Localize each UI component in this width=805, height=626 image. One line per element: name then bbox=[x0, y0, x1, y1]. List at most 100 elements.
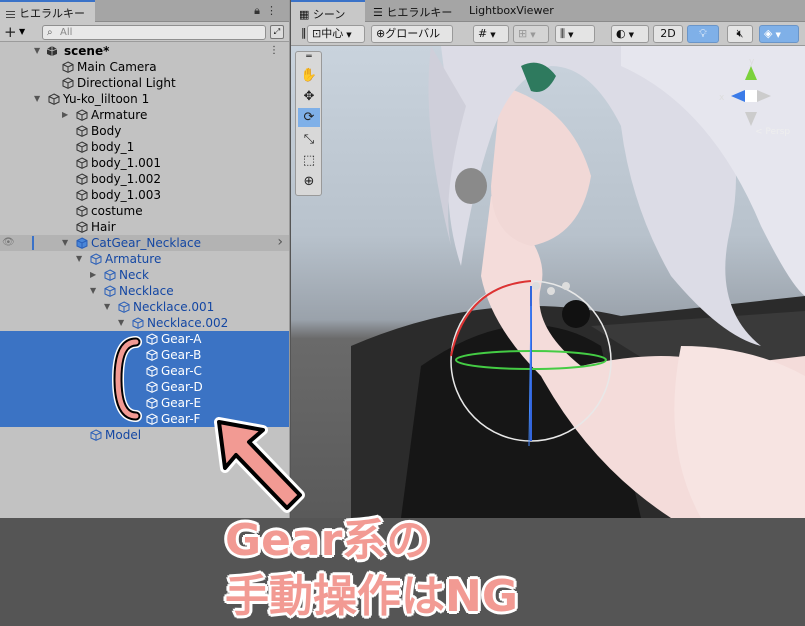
gameobject-cube-icon bbox=[90, 253, 102, 265]
expand-arrow-icon[interactable]: ▼ bbox=[34, 91, 40, 107]
tree-item[interactable]: costume bbox=[0, 203, 289, 219]
tree-item[interactable]: Directional Light bbox=[0, 75, 289, 91]
scene-row[interactable]: ▼ scene* ⋮ bbox=[0, 43, 289, 59]
gizmo-x-label: x bbox=[719, 93, 725, 103]
tree-item-label: body_1.001 bbox=[91, 156, 162, 170]
search-icon: ⌕ bbox=[47, 27, 53, 38]
collapse-arrow-icon[interactable]: ▶ bbox=[62, 107, 68, 123]
chevron-down-icon: ▼ bbox=[490, 31, 496, 39]
prefab-marker bbox=[32, 236, 34, 250]
tree-item[interactable]: Gear-A bbox=[0, 331, 289, 347]
grid-snap-dropdown[interactable]: # ▼ bbox=[473, 25, 509, 43]
scene-viewport[interactable]: ═ ✋ ✥ ⟳ ⤡ ⬚ ⊕ y x < Persp bbox=[291, 46, 805, 518]
gameobject-cube-icon bbox=[62, 61, 74, 73]
tab-actions: 🔒︎⋮ bbox=[254, 4, 283, 18]
tree-item-label: Gear-B bbox=[161, 348, 202, 362]
more-icon[interactable]: ⋮ bbox=[266, 4, 283, 17]
gizmo-y-axis[interactable] bbox=[745, 66, 757, 80]
tab-scene[interactable]: ▦ シーン bbox=[291, 0, 365, 22]
tree-item-label: Gear-F bbox=[161, 412, 201, 426]
tree-item[interactable]: Body bbox=[0, 123, 289, 139]
tree-item-label: Necklace.002 bbox=[147, 316, 229, 330]
move-tool-icon[interactable]: ✥ bbox=[298, 87, 320, 106]
collapse-arrow-icon[interactable]: ▶ bbox=[90, 267, 96, 283]
hand-tool-icon[interactable]: ✋ bbox=[298, 66, 320, 85]
gameobject-cube-icon bbox=[146, 381, 158, 393]
tab-scene-label: シーン bbox=[312, 8, 346, 21]
search-input[interactable]: ⌕ All bbox=[42, 25, 266, 40]
palette-grip-icon[interactable]: ═ bbox=[298, 52, 320, 62]
expand-arrow-icon[interactable]: ▼ bbox=[90, 283, 96, 299]
tree-item[interactable]: Main Camera bbox=[0, 59, 289, 75]
pivot-dropdown[interactable]: ⊡中心 ▼ bbox=[307, 25, 365, 43]
visibility-icon[interactable]: 👁︎ bbox=[2, 235, 15, 251]
tree-item-label: body_1.002 bbox=[91, 172, 162, 186]
tree-item[interactable]: ▼ Necklace.001 bbox=[0, 299, 289, 315]
tree-item[interactable]: Gear-E bbox=[0, 395, 289, 411]
gizmo-x-axis[interactable] bbox=[731, 90, 745, 102]
expand-arrow-icon[interactable]: ▼ bbox=[76, 251, 82, 267]
snap-settings-dropdown[interactable]: ⫼ ▼ bbox=[555, 25, 595, 43]
search-by-type-icon[interactable]: ⤢ bbox=[270, 25, 284, 39]
increment-snap-dropdown[interactable]: ⊞ ▼ bbox=[513, 25, 549, 43]
more-icon[interactable]: ⋮ bbox=[269, 43, 279, 59]
mode-2d-button[interactable]: 2D bbox=[653, 25, 683, 43]
chevron-down-icon[interactable]: ▼ bbox=[19, 27, 25, 36]
tree-item[interactable]: ▼ Armature bbox=[0, 251, 289, 267]
tree-item[interactable]: body_1 bbox=[0, 139, 289, 155]
gameobject-cube-icon bbox=[76, 189, 88, 201]
chevron-down-icon: ▼ bbox=[775, 31, 781, 39]
rect-tool-icon[interactable]: ⬚ bbox=[298, 151, 320, 170]
bracket-annotation bbox=[111, 336, 142, 422]
tab-hierarchy-2[interactable]: ☰ ヒエラルキー bbox=[365, 0, 461, 22]
tree-item[interactable]: body_1.001 bbox=[0, 155, 289, 171]
expand-arrow-icon[interactable]: ▼ bbox=[62, 235, 68, 251]
tree-item[interactable]: ▶ Neck bbox=[0, 267, 289, 283]
gameobject-cube-icon bbox=[104, 285, 116, 297]
prefab-cube-icon bbox=[76, 237, 88, 249]
gameobject-cube-icon bbox=[118, 301, 130, 313]
scale-tool-icon[interactable]: ⤡ bbox=[298, 130, 320, 149]
chevron-down-icon: ▼ bbox=[530, 31, 536, 39]
caption-line-1: Gear系の bbox=[225, 515, 431, 566]
tree-item[interactable]: Gear-B bbox=[0, 347, 289, 363]
tree-item[interactable]: Gear-D bbox=[0, 379, 289, 395]
add-object-button[interactable]: + bbox=[4, 23, 17, 41]
lighting-toggle[interactable]: 💡︎ bbox=[687, 25, 719, 43]
gameobject-cube-icon bbox=[104, 269, 116, 281]
lock-icon[interactable]: 🔒︎ bbox=[254, 4, 266, 17]
expand-arrow-icon[interactable]: ▼ bbox=[118, 315, 124, 331]
tree-item[interactable]: ▼ Necklace.002 bbox=[0, 315, 289, 331]
persp-label[interactable]: < Persp bbox=[755, 127, 790, 136]
snap-icon: ⊞ bbox=[518, 27, 528, 40]
effects-dropdown[interactable]: ◈ ▼ bbox=[759, 25, 799, 43]
tree-item[interactable]: body_1.003 bbox=[0, 187, 289, 203]
tree-item-label: Gear-A bbox=[161, 332, 202, 346]
tree-item[interactable]: Gear-C bbox=[0, 363, 289, 379]
tree-item[interactable]: 👁︎ › ▼ CatGear_Necklace bbox=[0, 234, 289, 251]
gameobject-cube-icon bbox=[146, 413, 158, 425]
shading-mode-dropdown[interactable]: ◐ ▼ bbox=[611, 25, 649, 43]
space-dropdown[interactable]: ⊕グローバル▼ bbox=[371, 25, 453, 55]
transform-tool-icon[interactable]: ⊕ bbox=[298, 172, 320, 191]
tool-palette: ═ ✋ ✥ ⟳ ⤡ ⬚ ⊕ bbox=[295, 51, 322, 196]
tree-item[interactable]: ▶ Armature bbox=[0, 107, 289, 123]
tree-item[interactable]: Hair bbox=[0, 219, 289, 235]
mode-2d-label: 2D bbox=[660, 27, 676, 40]
audio-toggle[interactable]: 🔇︎ bbox=[727, 25, 753, 43]
gameobject-cube-icon bbox=[62, 77, 74, 89]
tab-lightboxviewer[interactable]: LightboxViewer bbox=[461, 0, 571, 22]
tree-item-label: body_1.003 bbox=[91, 188, 162, 202]
list-icon: ☰ bbox=[373, 6, 387, 19]
chevron-right-icon[interactable]: › bbox=[277, 234, 283, 250]
tree-item[interactable]: ▼ Yu-ko_liltoon 1 bbox=[0, 91, 289, 107]
hierarchy-tabbar: ヒエラルキー 🔒︎⋮ bbox=[0, 0, 289, 22]
tab-hierarchy[interactable]: ヒエラルキー bbox=[0, 0, 95, 22]
tree-item-label: Gear-D bbox=[161, 380, 203, 394]
tree-item[interactable]: body_1.002 bbox=[0, 171, 289, 187]
expand-arrow-icon[interactable]: ▼ bbox=[104, 299, 110, 315]
tree-item[interactable]: ▼ Necklace bbox=[0, 283, 289, 299]
rotate-tool-icon[interactable]: ⟳ bbox=[298, 108, 320, 127]
orientation-gizmo[interactable]: y x < Persp bbox=[711, 56, 791, 136]
expand-arrow-icon[interactable]: ▼ bbox=[34, 43, 40, 59]
